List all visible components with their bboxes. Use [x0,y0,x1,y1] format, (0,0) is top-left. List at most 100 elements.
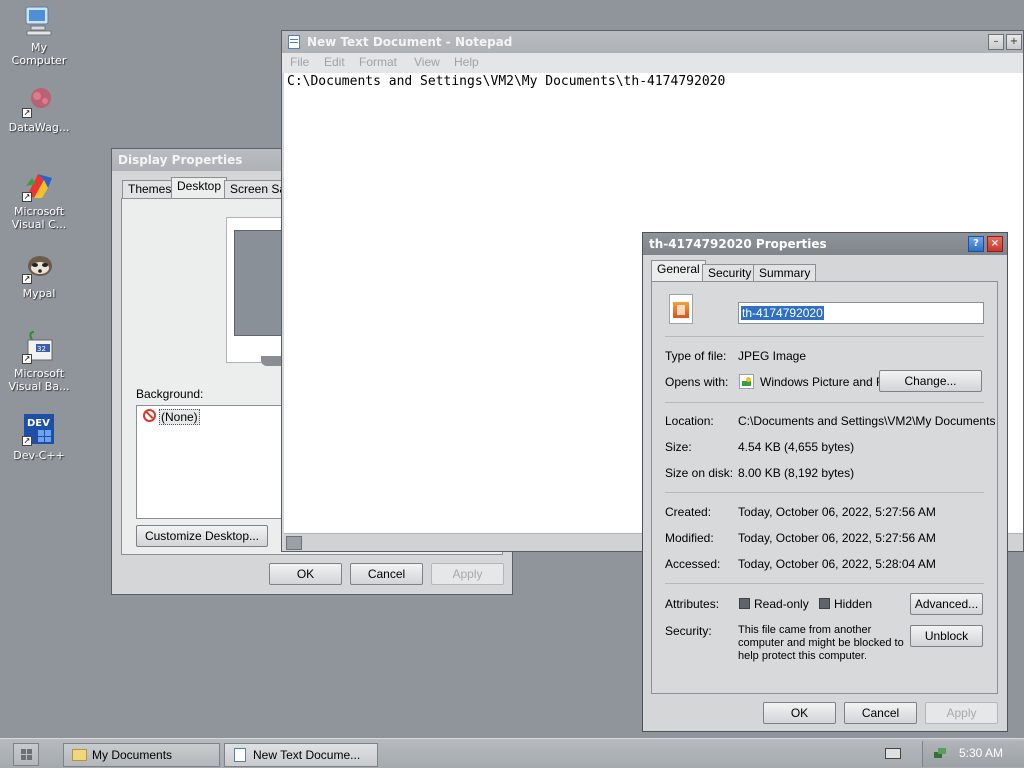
shortcut-arrow-icon: ↗ [22,436,32,446]
accessed-label: Accessed: [665,557,721,571]
visual-c-icon: ↗ [22,168,56,202]
system-tray: 5:30 AM [922,741,1024,767]
devcpp-icon: DEV ↗ [22,412,56,446]
security-text: This file came from another computer and… [738,624,904,662]
notepad-content: C:\Documents and Settings\VM2\My Documen… [287,74,726,89]
background-label: Background: [136,387,204,401]
svg-text:DEV: DEV [27,418,50,429]
picture-viewer-icon [739,374,754,389]
readonly-label: Read-only [754,597,809,611]
desktop-icon-label: Mypal [22,287,56,300]
notepad-menubar: File Edit Format View Help [282,53,1023,73]
desktop-icon-visual-basic[interactable]: 32 ↗ Microsoft Visual Ba... [1,330,77,393]
menu-format[interactable]: Format [359,55,397,69]
start-button[interactable] [13,743,39,766]
mypal-icon: ↗ [22,250,56,284]
tab-themes[interactable]: Themes [122,180,178,198]
scroll-left-icon[interactable] [286,536,302,550]
accessed-value: Today, October 06, 2022, 5:28:04 AM [738,557,936,571]
display-apply-button: Apply [431,563,504,585]
maximize-icon[interactable]: + [1006,34,1022,50]
desktop-icon-label: My Computer [11,41,67,67]
file-properties-window: th-4174792020 Properties ? × General Sec… [642,232,1008,732]
modified-value: Today, October 06, 2022, 5:27:56 AM [738,531,936,545]
created-value: Today, October 06, 2022, 5:27:56 AM [738,505,936,519]
desktop-icon-my-computer[interactable]: My Computer [1,4,77,67]
change-button[interactable]: Change... [879,370,982,392]
tab-general[interactable]: General [651,260,706,281]
desktop-icon-mypal[interactable]: ↗ Mypal [1,250,77,300]
display-cancel-button[interactable]: Cancel [350,563,423,585]
close-icon[interactable]: × [987,236,1003,252]
taskbar: My Documents New Text Docume... 5:30 AM [0,738,1024,768]
location-value: C:\Documents and Settings\VM2\My Documen… [738,414,996,428]
tab-security[interactable]: Security [702,264,758,282]
menu-help[interactable]: Help [454,55,479,69]
size-label: Size: [665,440,692,454]
notepad-titlebar[interactable]: New Text Document - Notepad [282,31,1023,53]
properties-cancel-button[interactable]: Cancel [844,702,917,724]
modified-label: Modified: [665,531,714,545]
filename-field[interactable]: th-4174792020 [738,302,984,324]
type-value: JPEG Image [738,349,807,363]
readonly-checkbox[interactable] [739,598,750,609]
desktop-icon-devcpp[interactable]: DEV ↗ Dev-C++ [1,412,77,462]
shortcut-arrow-icon: ↗ [22,108,32,118]
taskbar-my-documents[interactable]: My Documents [63,743,220,767]
desktop-icon-label: DataWag... [8,121,70,134]
jpeg-file-icon [669,294,693,324]
notepad-icon [288,35,300,49]
general-tab-panel: th-4174792020 Type of file: JPEG Image O… [651,281,998,694]
opens-value: Windows Picture and F [760,375,884,389]
filename-value: th-4174792020 [741,306,824,320]
file-properties-titlebar[interactable]: th-4174792020 Properties [643,233,1007,255]
hidden-checkbox[interactable] [819,598,830,609]
unblock-button[interactable]: Unblock [910,625,983,647]
created-label: Created: [665,505,712,519]
menu-edit[interactable]: Edit [324,55,345,69]
taskbar-notepad[interactable]: New Text Docume... [224,743,378,767]
start-grid-icon [21,749,26,754]
datawagon-icon: ↗ [22,84,56,118]
svg-text:32: 32 [37,345,46,353]
properties-ok-button[interactable]: OK [763,702,836,724]
tab-summary[interactable]: Summary [753,264,817,282]
desktop-icon-visual-c[interactable]: ↗ Microsoft Visual C... [1,168,77,231]
keyboard-icon[interactable] [885,748,901,759]
shortcut-arrow-icon: ↗ [22,192,32,202]
desktop-icon-datawagon[interactable]: ↗ DataWag... [1,84,77,134]
security-label: Security: [665,624,712,638]
properties-apply-button: Apply [925,702,998,724]
opens-label: Opens with: [665,375,729,389]
size-on-disk-label: Size on disk: [665,466,734,480]
notepad-icon [234,748,246,762]
desktop-icon-label: Microsoft Visual C... [11,205,67,231]
notepad-title: New Text Document - Notepad [307,35,513,49]
background-item-none: (None) [159,409,200,425]
type-label: Type of file: [665,349,727,363]
shortcut-arrow-icon: ↗ [22,354,32,364]
hidden-label: Hidden [834,597,873,611]
display-ok-button[interactable]: OK [269,563,342,585]
background-list[interactable]: (None) [136,405,296,519]
help-icon[interactable]: ? [968,236,984,252]
location-label: Location: [665,414,714,428]
advanced-button[interactable]: Advanced... [910,593,983,615]
desktop-icon-label: Dev-C++ [13,449,65,462]
taskbar-button-label: My Documents [92,748,173,762]
menu-view[interactable]: View [414,55,440,69]
size-on-disk-value: 8.00 KB (8,192 bytes) [738,466,855,480]
minimize-icon[interactable]: – [988,34,1004,50]
size-value: 4.54 KB (4,655 bytes) [738,440,855,454]
network-icon[interactable] [933,746,947,760]
tab-desktop[interactable]: Desktop [171,177,228,198]
menu-file[interactable]: File [290,55,309,69]
clock[interactable]: 5:30 AM [959,746,1003,760]
computer-icon [22,4,56,38]
desktop-icon-label: Microsoft Visual Ba... [8,367,70,393]
taskbar-button-label: New Text Docume... [253,748,361,762]
attributes-label: Attributes: [665,597,720,611]
customize-desktop-button[interactable]: Customize Desktop... [136,525,268,547]
shortcut-arrow-icon: ↗ [22,274,32,284]
folder-icon [72,749,87,761]
